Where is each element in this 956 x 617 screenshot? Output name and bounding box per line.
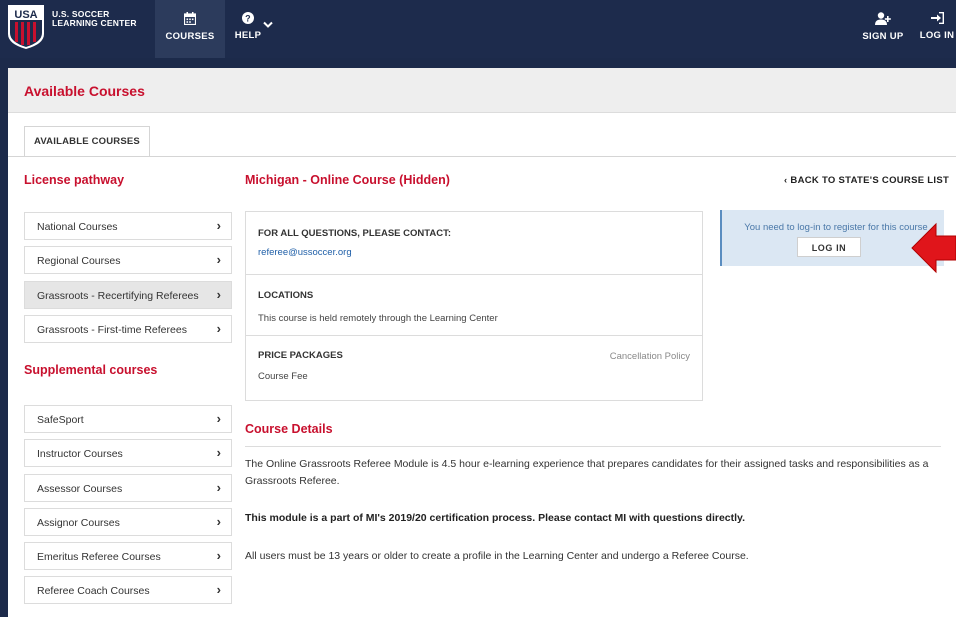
chevron-right-icon: › bbox=[216, 218, 221, 233]
nav-sign-up-label: SIGN UP bbox=[862, 31, 904, 42]
user-plus-icon bbox=[855, 12, 911, 27]
sidebar-item-safesport[interactable]: SafeSport › bbox=[24, 405, 232, 433]
tab-divider bbox=[8, 156, 956, 157]
nav-log-in-label: LOG IN bbox=[919, 30, 955, 41]
sign-in-icon bbox=[918, 12, 956, 26]
sidebar-item-label: Grassroots - First-time Referees bbox=[37, 324, 187, 336]
nav-sign-up-button[interactable]: SIGN UP bbox=[855, 0, 911, 58]
brand-line-2: LEARNING CENTER bbox=[52, 18, 137, 28]
course-details-paragraph-3: All users must be 13 years or older to c… bbox=[245, 550, 749, 562]
course-details-paragraph-2: This module is a part of MI's 2019/20 ce… bbox=[245, 512, 746, 524]
help-chevron-down-icon[interactable] bbox=[263, 18, 273, 32]
chevron-right-icon: › bbox=[216, 252, 221, 267]
chevron-right-icon: › bbox=[216, 514, 221, 529]
ussoccer-logo[interactable]: USA bbox=[7, 4, 45, 50]
nav-courses-label: COURSES bbox=[165, 31, 215, 42]
contact-section: FOR ALL QUESTIONS, PLEASE CONTACT: refer… bbox=[246, 212, 702, 275]
back-link-label: BACK TO STATE'S COURSE LIST bbox=[790, 175, 950, 186]
contact-email-link[interactable]: referee@ussoccer.org bbox=[258, 247, 352, 258]
sidebar-item-label: Assessor Courses bbox=[37, 483, 123, 495]
sidebar-item-grassroots-recertifying[interactable]: Grassroots - Recertifying Referees › bbox=[24, 281, 232, 309]
price-packages-section: PRICE PACKAGES Cancellation Policy Cours… bbox=[246, 336, 702, 400]
sidebar-item-label: Referee Coach Courses bbox=[37, 585, 150, 597]
brand-name: U.S. SOCCER LEARNING CENTER bbox=[52, 10, 137, 28]
supplemental-courses-title: Supplemental courses bbox=[24, 363, 158, 377]
red-arrow-annotation bbox=[910, 222, 956, 274]
locations-section: LOCATIONS This course is held remotely t… bbox=[246, 275, 702, 336]
chevron-right-icon: › bbox=[216, 321, 221, 336]
sidebar-item-grassroots-first-time[interactable]: Grassroots - First-time Referees › bbox=[24, 315, 232, 343]
course-details-title: Course Details bbox=[245, 422, 333, 436]
sidebar-item-label: SafeSport bbox=[37, 414, 84, 426]
course-info-box: FOR ALL QUESTIONS, PLEASE CONTACT: refer… bbox=[245, 211, 703, 401]
course-details-divider bbox=[245, 446, 941, 447]
chevron-right-icon: › bbox=[216, 445, 221, 460]
sidebar-item-label: Grassroots - Recertifying Referees bbox=[37, 290, 199, 302]
sidebar-item-label: National Courses bbox=[37, 221, 118, 233]
locations-heading: LOCATIONS bbox=[258, 290, 314, 301]
license-pathway-title: License pathway bbox=[24, 173, 125, 187]
page-title: Available Courses bbox=[24, 83, 145, 99]
nav-courses-button[interactable]: COURSES bbox=[155, 0, 225, 58]
sidebar-item-national-courses[interactable]: National Courses › bbox=[24, 212, 232, 240]
contact-heading: FOR ALL QUESTIONS, PLEASE CONTACT: bbox=[258, 228, 451, 239]
logo-text: USA bbox=[14, 9, 37, 21]
chevron-right-icon: › bbox=[216, 480, 221, 495]
svg-text:?: ? bbox=[245, 14, 251, 24]
tab-available-courses[interactable]: AVAILABLE COURSES bbox=[24, 126, 150, 157]
chevron-right-icon: › bbox=[216, 411, 221, 426]
sidebar-item-emeritus-referee-courses[interactable]: Emeritus Referee Courses › bbox=[24, 542, 232, 570]
course-details-paragraph-1: The Online Grassroots Referee Module is … bbox=[245, 458, 929, 487]
sidebar-item-label: Instructor Courses bbox=[37, 448, 123, 460]
sidebar-item-assessor-courses[interactable]: Assessor Courses › bbox=[24, 474, 232, 502]
nav-log-in-button[interactable]: LOG IN bbox=[918, 0, 956, 58]
course-title: Michigan - Online Course (Hidden) bbox=[245, 173, 450, 187]
top-navigation-bar: USA U.S. SOCCER LEARNING CENTER COURSES … bbox=[0, 0, 956, 58]
chevron-right-icon: › bbox=[216, 582, 221, 597]
page-header: Available Courses bbox=[8, 68, 956, 113]
chevron-right-icon: › bbox=[216, 287, 221, 302]
calendar-icon bbox=[155, 12, 225, 27]
sidebar-item-label: Emeritus Referee Courses bbox=[37, 551, 161, 563]
cancellation-policy-link[interactable]: Cancellation Policy bbox=[610, 351, 690, 362]
locations-text: This course is held remotely through the… bbox=[258, 313, 498, 324]
sidebar-item-label: Regional Courses bbox=[37, 255, 121, 267]
question-circle-icon: ? bbox=[228, 12, 268, 26]
chevron-right-icon: › bbox=[216, 548, 221, 563]
nav-help-label: HELP bbox=[234, 30, 262, 41]
nav-help-button[interactable]: ? HELP bbox=[228, 0, 268, 58]
sidebar-item-assignor-courses[interactable]: Assignor Courses › bbox=[24, 508, 232, 536]
price-packages-heading: PRICE PACKAGES bbox=[258, 350, 343, 361]
main-content: Available Courses AVAILABLE COURSES Lice… bbox=[8, 68, 956, 617]
sidebar-item-instructor-courses[interactable]: Instructor Courses › bbox=[24, 439, 232, 467]
notice-log-in-button[interactable]: LOG IN bbox=[797, 237, 861, 257]
price-item: Course Fee bbox=[258, 371, 308, 382]
back-to-course-list-link[interactable]: ‹ BACK TO STATE'S COURSE LIST bbox=[784, 175, 949, 186]
sidebar-item-label: Assignor Courses bbox=[37, 517, 120, 529]
sidebar-item-regional-courses[interactable]: Regional Courses › bbox=[24, 246, 232, 274]
sidebar-item-referee-coach-courses[interactable]: Referee Coach Courses › bbox=[24, 576, 232, 604]
